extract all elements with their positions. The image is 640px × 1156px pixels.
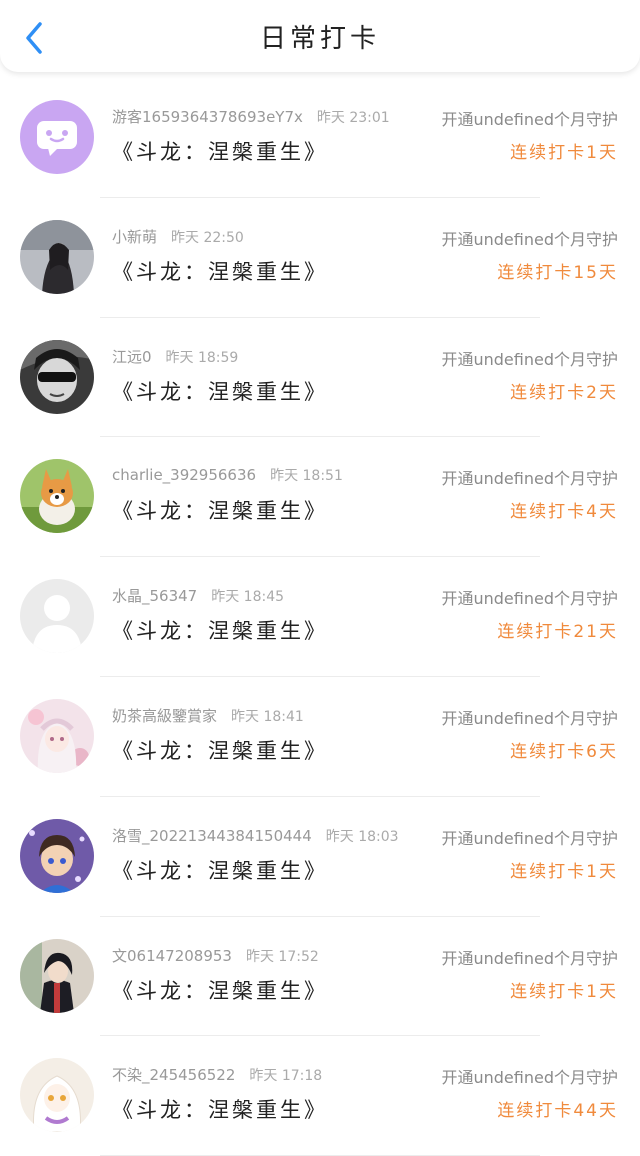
streak-count: 连续打卡1天 [510,143,618,163]
user-name[interactable]: 游客1659364378693eY7x [112,108,303,126]
user-name[interactable]: 不染_245456522 [112,1066,235,1084]
user-avatar[interactable] [20,1058,94,1133]
user-meta: 水晶_56347 昨天 18:45 [112,585,284,606]
user-avatar[interactable] [20,938,94,1013]
guard-status: 开通undefined个月守护 [441,110,618,129]
streak-count: 连续打卡1天 [510,861,618,882]
user-avatar[interactable] [20,219,94,294]
work-title[interactable]: 《斗龙：涅槃重生》 [112,1094,328,1124]
user-meta: 奶茶高級鑒賞家 昨天 18:41 [112,705,304,726]
guard-status: 开通undefined个月守护 [441,1068,618,1088]
checkin-time: 昨天 18:51 [270,468,343,485]
user-avatar[interactable] [20,698,94,773]
list-item[interactable]: 洛雪_202213443841504​44 昨天 18:03 《斗龙：涅槃重生》 … [0,797,640,917]
user-meta: 小新萌 昨天 22:50 [112,226,244,247]
user-meta: 洛雪_202213443841504​44 昨天 18:03 [112,825,399,846]
checkin-time: 昨天 17:18 [249,1068,323,1085]
checkin-time: 昨天 18:45 [211,589,285,606]
checkin-time: 昨天 22:50 [171,229,244,246]
checkin-time: 昨天 17:52 [245,948,319,965]
default-avatar-icon[interactable] [20,579,94,654]
checkin-time: 昨天 18:41 [231,708,304,725]
user-avatar[interactable] [20,339,94,414]
user-name[interactable]: charlie_392956636 [112,466,256,484]
work-title[interactable]: 《斗龙：涅槃重生》 [112,376,328,406]
guard-status: 开通undefined个月守护 [441,948,618,968]
work-title[interactable]: 《斗龙：涅槃重生》 [112,615,328,645]
list-item[interactable]: 奶茶高級鑒賞家 昨天 18:41 《斗龙：涅槃重生》 开通undefined个月守… [0,677,640,797]
user-name[interactable]: 水晶_56347 [112,587,197,605]
user-name[interactable]: 文06147208953 [112,947,232,965]
top-bar: 日常打卡 [0,0,640,72]
user-name[interactable]: 洛雪_202213443841504​44 [112,827,312,845]
work-title[interactable]: 《斗龙：涅槃重生》 [112,256,328,286]
streak-count: 连续打卡15天 [497,262,618,283]
user-meta: 不染_245456522 昨天 17:18 [112,1064,322,1085]
streak-count: 连续打卡6天 [510,741,618,762]
guard-status: 开通undefined个月守护 [441,708,618,728]
user-name[interactable]: 小新萌 [112,228,157,246]
streak-count: 连续打卡21天 [497,622,618,643]
checkin-list: 游客1659364378693eY7x 昨天 23:01 《斗龙：涅槃重生》 开通… [0,78,640,1156]
list-item[interactable]: 江远0 昨天 18:59 《斗龙：涅槃重生》 开通undefined个月守护 连续… [0,318,640,438]
streak-count: 连续打卡2天 [510,382,618,403]
guest-avatar-icon[interactable] [20,100,94,174]
guard-status: 开通undefined个月守护 [441,589,618,609]
list-item[interactable]: 小新萌 昨天 22:50 《斗龙：涅槃重生》 开通undefined个月守护 连续… [0,198,640,318]
user-name[interactable]: 江远0 [112,348,152,366]
user-meta: 游客1659364378693eY7x 昨天 23:01 [112,106,390,127]
work-title[interactable]: 《斗龙：涅槃重生》 [112,495,328,525]
work-title[interactable]: 《斗龙：涅槃重生》 [112,975,328,1005]
list-item[interactable]: 不染_245456522 昨天 17:18 《斗龙：涅槃重生》 开通undefin… [0,1036,640,1156]
guard-status: 开通undefined个月守护 [441,828,618,848]
user-avatar[interactable] [20,459,94,534]
work-title[interactable]: 《斗龙：涅槃重生》 [112,855,328,885]
guard-status: 开通undefined个月守护 [441,469,618,489]
list-item[interactable]: charlie_392956636 昨天 18:51 《斗龙：涅槃重生》 开通un… [0,437,640,557]
guard-status: 开通undefined个月守护 [441,229,618,249]
guard-status: 开通undefined个月守护 [441,349,618,369]
user-meta: 文06147208953 昨天 17:52 [112,945,319,966]
work-title[interactable]: 《斗龙：涅槃重生》 [112,735,328,765]
checkin-time: 昨天 18:59 [165,349,239,366]
user-name[interactable]: 奶茶高級鑒賞家 [112,707,217,725]
page-title: 日常打卡 [259,24,380,54]
list-item[interactable]: 文06147208953 昨天 17:52 《斗龙：涅槃重生》 开通undefin… [0,917,640,1037]
work-title[interactable]: 《斗龙：涅槃重生》 [112,136,328,166]
user-meta: charlie_392956636 昨天 18:51 [112,465,343,485]
list-item[interactable]: 水晶_56347 昨天 18:45 《斗龙：涅槃重生》 开通undefined个月… [0,557,640,677]
list-item[interactable]: 游客1659364378693eY7x 昨天 23:01 《斗龙：涅槃重生》 开通… [0,78,640,198]
streak-count: 连续打卡44天 [497,1101,618,1122]
checkin-time: 昨天 23:01 [316,110,390,126]
streak-count: 连续打卡4天 [510,502,618,523]
user-meta: 江远0 昨天 18:59 [112,346,238,367]
streak-count: 连续打卡1天 [510,981,618,1002]
user-avatar[interactable] [20,818,94,893]
checkin-time: 昨天 18:03 [325,828,399,845]
